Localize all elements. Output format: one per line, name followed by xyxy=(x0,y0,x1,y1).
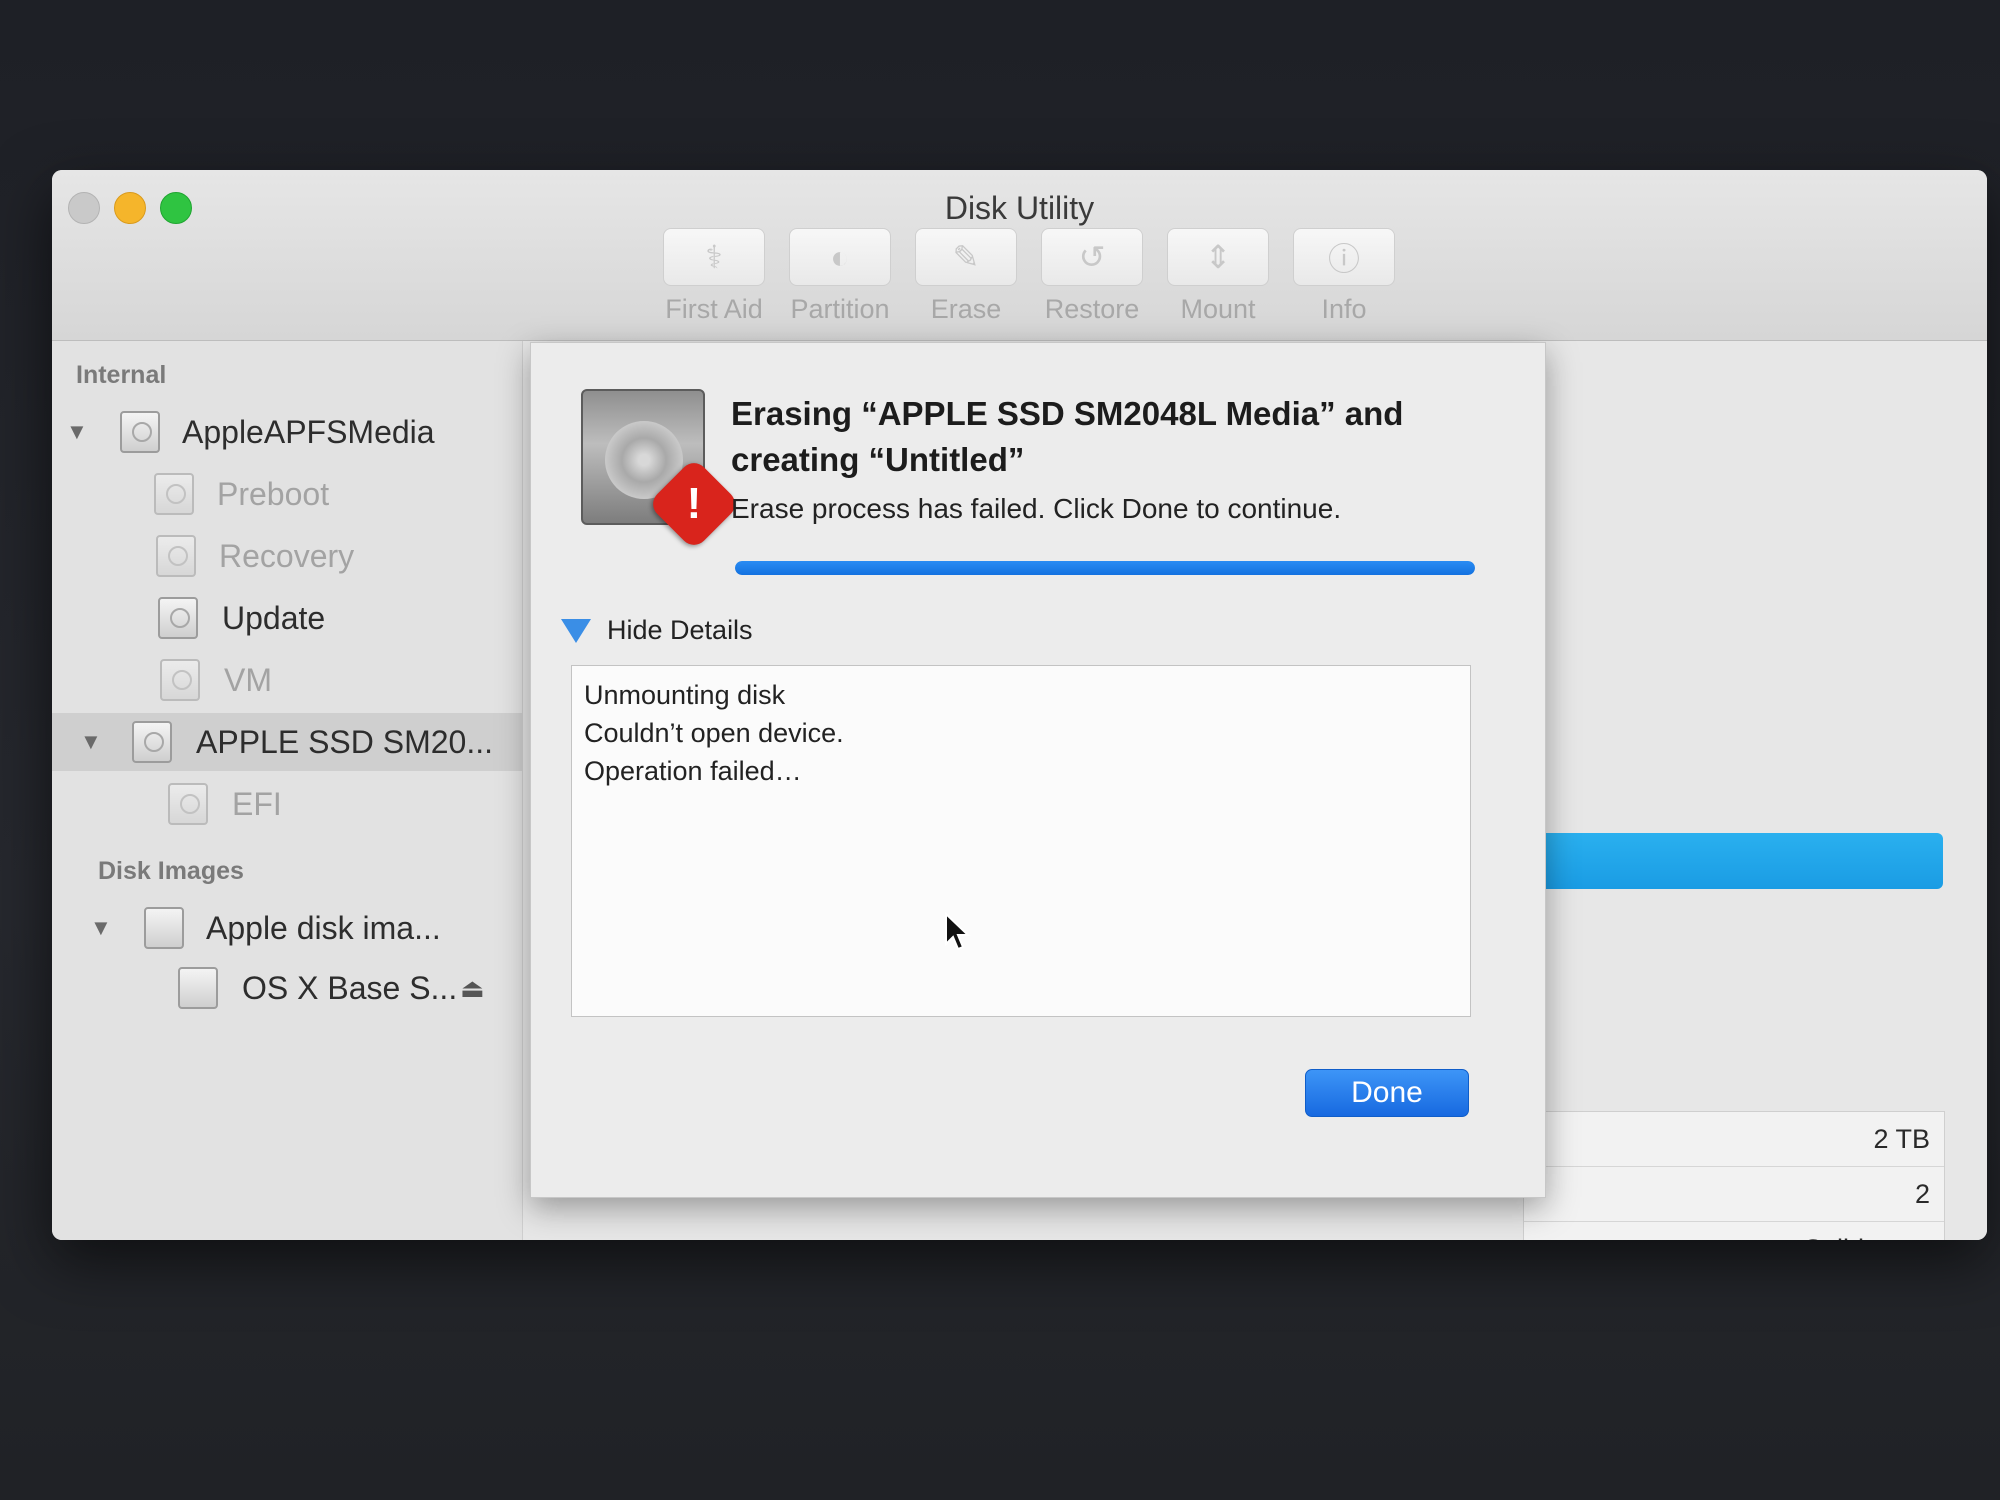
pie-chart-icon: ◐ xyxy=(789,228,891,286)
disk-image-icon xyxy=(144,907,184,949)
volume-icon xyxy=(158,597,198,639)
sidebar-item-label: Recovery xyxy=(219,537,355,574)
disk-icon xyxy=(132,721,172,763)
sidebar-item-vm[interactable]: VM xyxy=(52,651,522,709)
sidebar-item-label: AppleAPFSMedia xyxy=(182,413,435,450)
sidebar-item-os-x-base-system[interactable]: OS X Base S... ⏏ xyxy=(52,959,522,1017)
sidebar-item-label: OS X Base S... xyxy=(242,969,458,1006)
exclamation-icon: ! xyxy=(686,479,702,528)
disclosure-triangle-icon[interactable]: ▼ xyxy=(66,419,88,445)
sidebar-item-label: EFI xyxy=(232,785,282,822)
toolbar-info[interactable]: ⓘ Info xyxy=(1292,228,1396,325)
eject-icon[interactable]: ⏏ xyxy=(460,973,485,1004)
stethoscope-icon: ⚕ xyxy=(663,228,765,286)
toolbar-first-aid[interactable]: ⚕ First Aid xyxy=(662,228,766,325)
sidebar-item-label: Update xyxy=(222,599,326,636)
sidebar-item-label: APPLE SSD SM20... xyxy=(196,723,494,760)
toolbar-label: Restore xyxy=(1044,294,1140,324)
window-title: Disk Utility xyxy=(944,190,1095,226)
usage-bar xyxy=(1523,833,1943,889)
hide-details-toggle[interactable]: Hide Details xyxy=(561,615,753,646)
titlebar: Disk Utility ⚕ First Aid ◐ Partition ✎ E… xyxy=(52,170,1987,341)
sidebar-section-disk-images: Disk Images xyxy=(98,857,244,885)
disclosure-triangle-icon xyxy=(561,618,591,643)
done-button[interactable]: Done xyxy=(1305,1069,1469,1117)
sidebar-item-label: Preboot xyxy=(217,475,330,512)
info-value-type: Solid state xyxy=(1524,1222,1944,1241)
toolbar: ⚕ First Aid ◐ Partition ✎ Erase ↺ Restor… xyxy=(662,228,1396,325)
sidebar-item-apple-ssd[interactable]: ▼ APPLE SSD SM20... xyxy=(52,713,522,771)
info-value-capacity: 2 TB xyxy=(1524,1112,1944,1167)
toolbar-partition[interactable]: ◐ Partition xyxy=(788,228,892,325)
dialog-status: Erase process has failed. Click Done to … xyxy=(731,493,1342,524)
volume-icon xyxy=(160,659,200,701)
eraser-icon: ✎ xyxy=(915,228,1017,286)
volume-icon xyxy=(168,783,208,825)
info-icon: ⓘ xyxy=(1293,228,1395,286)
sidebar-item-update[interactable]: Update xyxy=(52,589,522,647)
volume-icon xyxy=(154,473,194,515)
mouse-cursor-icon xyxy=(945,912,971,951)
disk-icon xyxy=(120,411,160,453)
log-line: Couldn’t open device. xyxy=(584,718,844,748)
sidebar-item-label: Apple disk ima... xyxy=(206,909,441,946)
volume-icon xyxy=(156,535,196,577)
toolbar-label: Mount xyxy=(1180,294,1256,324)
disk-utility-window: Disk Utility ⚕ First Aid ◐ Partition ✎ E… xyxy=(52,170,1987,1240)
info-table: 2 TB 2 Solid state disk0 xyxy=(1523,1111,1945,1240)
toolbar-label: First Aid xyxy=(665,294,763,324)
sidebar: Internal ▼ AppleAPFSMedia Preboot Recove… xyxy=(52,341,523,1240)
erase-dialog: ! Erasing “APPLE SSD SM2048L Media” and … xyxy=(530,342,1546,1198)
sidebar-section-internal: Internal xyxy=(76,361,167,389)
disclosure-triangle-icon[interactable]: ▼ xyxy=(80,729,102,755)
toolbar-label: Erase xyxy=(930,294,1002,324)
sidebar-item-label: VM xyxy=(224,661,272,698)
sidebar-item-recovery[interactable]: Recovery xyxy=(52,527,522,585)
dialog-title: Erasing “APPLE SSD SM2048L Media” and cr… xyxy=(731,395,1404,478)
details-log[interactable]: Unmounting disk Couldn’t open device. Op… xyxy=(571,665,1471,1017)
progress-fill xyxy=(735,561,1475,575)
sidebar-item-appleapfsmedia[interactable]: ▼ AppleAPFSMedia xyxy=(52,403,522,461)
details-toggle-label: Hide Details xyxy=(607,615,753,645)
progress-bar xyxy=(735,561,1475,575)
restore-arrow-icon: ↺ xyxy=(1041,228,1143,286)
sidebar-item-preboot[interactable]: Preboot xyxy=(52,465,522,523)
toolbar-label: Info xyxy=(1321,294,1367,324)
log-line: Operation failed… xyxy=(584,756,802,786)
disclosure-triangle-icon[interactable]: ▼ xyxy=(90,915,112,941)
toolbar-restore[interactable]: ↺ Restore xyxy=(1040,228,1144,325)
info-value-child-count: 2 xyxy=(1524,1167,1944,1222)
sidebar-item-efi[interactable]: EFI xyxy=(52,775,522,833)
sidebar-item-apple-disk-image[interactable]: ▼ Apple disk ima... xyxy=(52,899,522,957)
volume-icon xyxy=(178,967,218,1009)
log-line: Unmounting disk xyxy=(584,680,786,710)
toolbar-erase[interactable]: ✎ Erase xyxy=(914,228,1018,325)
toolbar-mount[interactable]: ⇕ Mount xyxy=(1166,228,1270,325)
toolbar-label: Partition xyxy=(790,294,890,324)
mount-icon: ⇕ xyxy=(1167,228,1269,286)
